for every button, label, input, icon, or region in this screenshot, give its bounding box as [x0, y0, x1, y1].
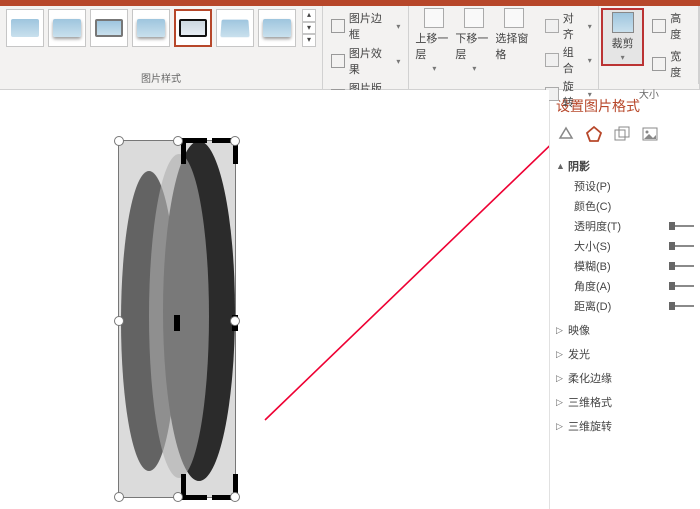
shadow-preset-label: 预设(P)	[574, 178, 611, 194]
slide-canvas[interactable]	[0, 90, 549, 509]
reflection-section-label: 映像	[568, 322, 590, 338]
shadow-distance[interactable]: 距离(D)	[556, 296, 694, 316]
height-icon	[652, 19, 666, 33]
picture-border-label: 图片边框	[349, 10, 392, 42]
style-thumb-6[interactable]	[216, 9, 254, 47]
shadow-transparency[interactable]: 透明度(T)	[556, 216, 694, 236]
border-icon	[331, 19, 345, 33]
size-group-title: 大小	[599, 84, 699, 103]
style-gallery-more[interactable]: ▴▾▾	[302, 9, 316, 47]
align-icon	[545, 19, 558, 33]
softedges-section-label: 柔化边缘	[568, 370, 612, 386]
shadow-blur[interactable]: 模糊(B)	[556, 256, 694, 276]
slider-icon	[672, 225, 694, 227]
picture-border-menu[interactable]: 图片边框▾	[331, 10, 400, 42]
shadow-angle[interactable]: 角度(A)	[556, 276, 694, 296]
crop-handle-bl[interactable]	[181, 474, 207, 500]
bring-forward-icon	[424, 8, 444, 28]
picture-effects-menu[interactable]: 图片效果▾	[331, 45, 400, 77]
selection-pane-label: 选择窗格	[495, 30, 533, 62]
resize-handle-br[interactable]	[230, 492, 240, 502]
format-picture-panel: 设置图片格式 ▲阴影 预设(P) 颜色(C) 透明度(T) 大小(S) 模糊(B…	[549, 90, 700, 509]
selected-picture[interactable]	[118, 140, 236, 498]
shadow-blur-label: 模糊(B)	[574, 258, 611, 274]
resize-handle-mr[interactable]	[230, 316, 240, 326]
height-label: 高度	[670, 10, 692, 42]
crop-button[interactable]: 裁剪 ▾	[601, 8, 645, 66]
resize-handle-tl[interactable]	[114, 136, 124, 146]
style-thumb-3[interactable]	[90, 9, 128, 47]
style-thumb-4[interactable]	[132, 9, 170, 47]
reflection-section-toggle[interactable]: ▷映像	[556, 320, 694, 340]
align-label: 对齐	[563, 10, 584, 42]
format3d-section-toggle[interactable]: ▷三维格式	[556, 392, 694, 412]
shadow-color[interactable]: 颜色(C)	[556, 196, 694, 216]
picture-effects-label: 图片效果	[349, 45, 392, 77]
shadow-preset[interactable]: 预设(P)	[556, 176, 694, 196]
send-backward-icon	[464, 8, 484, 28]
group-label: 组合	[563, 44, 584, 76]
shadow-distance-label: 距离(D)	[574, 298, 611, 314]
shadow-size[interactable]: 大小(S)	[556, 236, 694, 256]
width-icon	[652, 57, 666, 71]
crop-handle-tl[interactable]	[181, 138, 207, 164]
resize-handle-tr[interactable]	[230, 136, 240, 146]
shadow-transparency-label: 透明度(T)	[574, 218, 621, 234]
style-thumb-1[interactable]	[6, 9, 44, 47]
height-input[interactable]: 高度	[652, 10, 692, 42]
group-menu[interactable]: 组合▾	[545, 44, 591, 76]
rotate-label: 旋转	[563, 78, 584, 110]
style-thumb-2[interactable]	[48, 9, 86, 47]
width-label: 宽度	[670, 48, 692, 80]
send-backward-label: 下移一层	[455, 30, 493, 62]
shadow-size-label: 大小(S)	[574, 238, 611, 254]
shadow-section-toggle[interactable]: ▲阴影	[556, 156, 694, 176]
rotate3d-section-label: 三维旋转	[568, 418, 612, 434]
resize-handle-ml[interactable]	[114, 316, 124, 326]
styles-group-title: 图片样式	[0, 68, 322, 87]
selection-pane-icon	[504, 8, 524, 28]
ribbon: ▴▾▾ 图片样式 图片边框▾ 图片效果▾ 图片版式▾ 上移一层▾ 下移一层▾ 选…	[0, 6, 700, 90]
rotate3d-section-toggle[interactable]: ▷三维旋转	[556, 416, 694, 436]
resize-handle-bm[interactable]	[173, 492, 183, 502]
align-menu[interactable]: 对齐▾	[545, 10, 591, 42]
format3d-section-label: 三维格式	[568, 394, 612, 410]
picture-styles-gallery[interactable]: ▴▾▾	[0, 6, 322, 50]
width-input[interactable]: 宽度	[652, 48, 692, 80]
resize-handle-tm[interactable]	[173, 136, 183, 146]
softedges-section-toggle[interactable]: ▷柔化边缘	[556, 368, 694, 388]
style-thumb-5[interactable]	[174, 9, 212, 47]
slider-icon	[672, 305, 694, 307]
slider-icon	[672, 245, 694, 247]
size-props-tab[interactable]	[612, 124, 632, 144]
picture-tab[interactable]	[640, 124, 660, 144]
shadow-color-label: 颜色(C)	[574, 198, 611, 214]
resize-handle-bl[interactable]	[114, 492, 124, 502]
glow-section-toggle[interactable]: ▷发光	[556, 344, 694, 364]
group-icon	[545, 53, 558, 67]
slider-icon	[672, 285, 694, 287]
style-thumb-7[interactable]	[258, 9, 296, 47]
shadow-angle-label: 角度(A)	[574, 278, 611, 294]
bring-forward-label: 上移一层	[415, 30, 453, 62]
glow-section-label: 发光	[568, 346, 590, 362]
crop-handle-left[interactable]	[174, 315, 180, 331]
crop-icon	[612, 12, 634, 33]
rotate-menu[interactable]: 旋转▾	[545, 78, 591, 110]
shadow-section-label: 阴影	[568, 158, 590, 174]
slider-icon	[672, 265, 694, 267]
effects-icon	[331, 54, 345, 68]
crop-label: 裁剪	[612, 35, 634, 51]
